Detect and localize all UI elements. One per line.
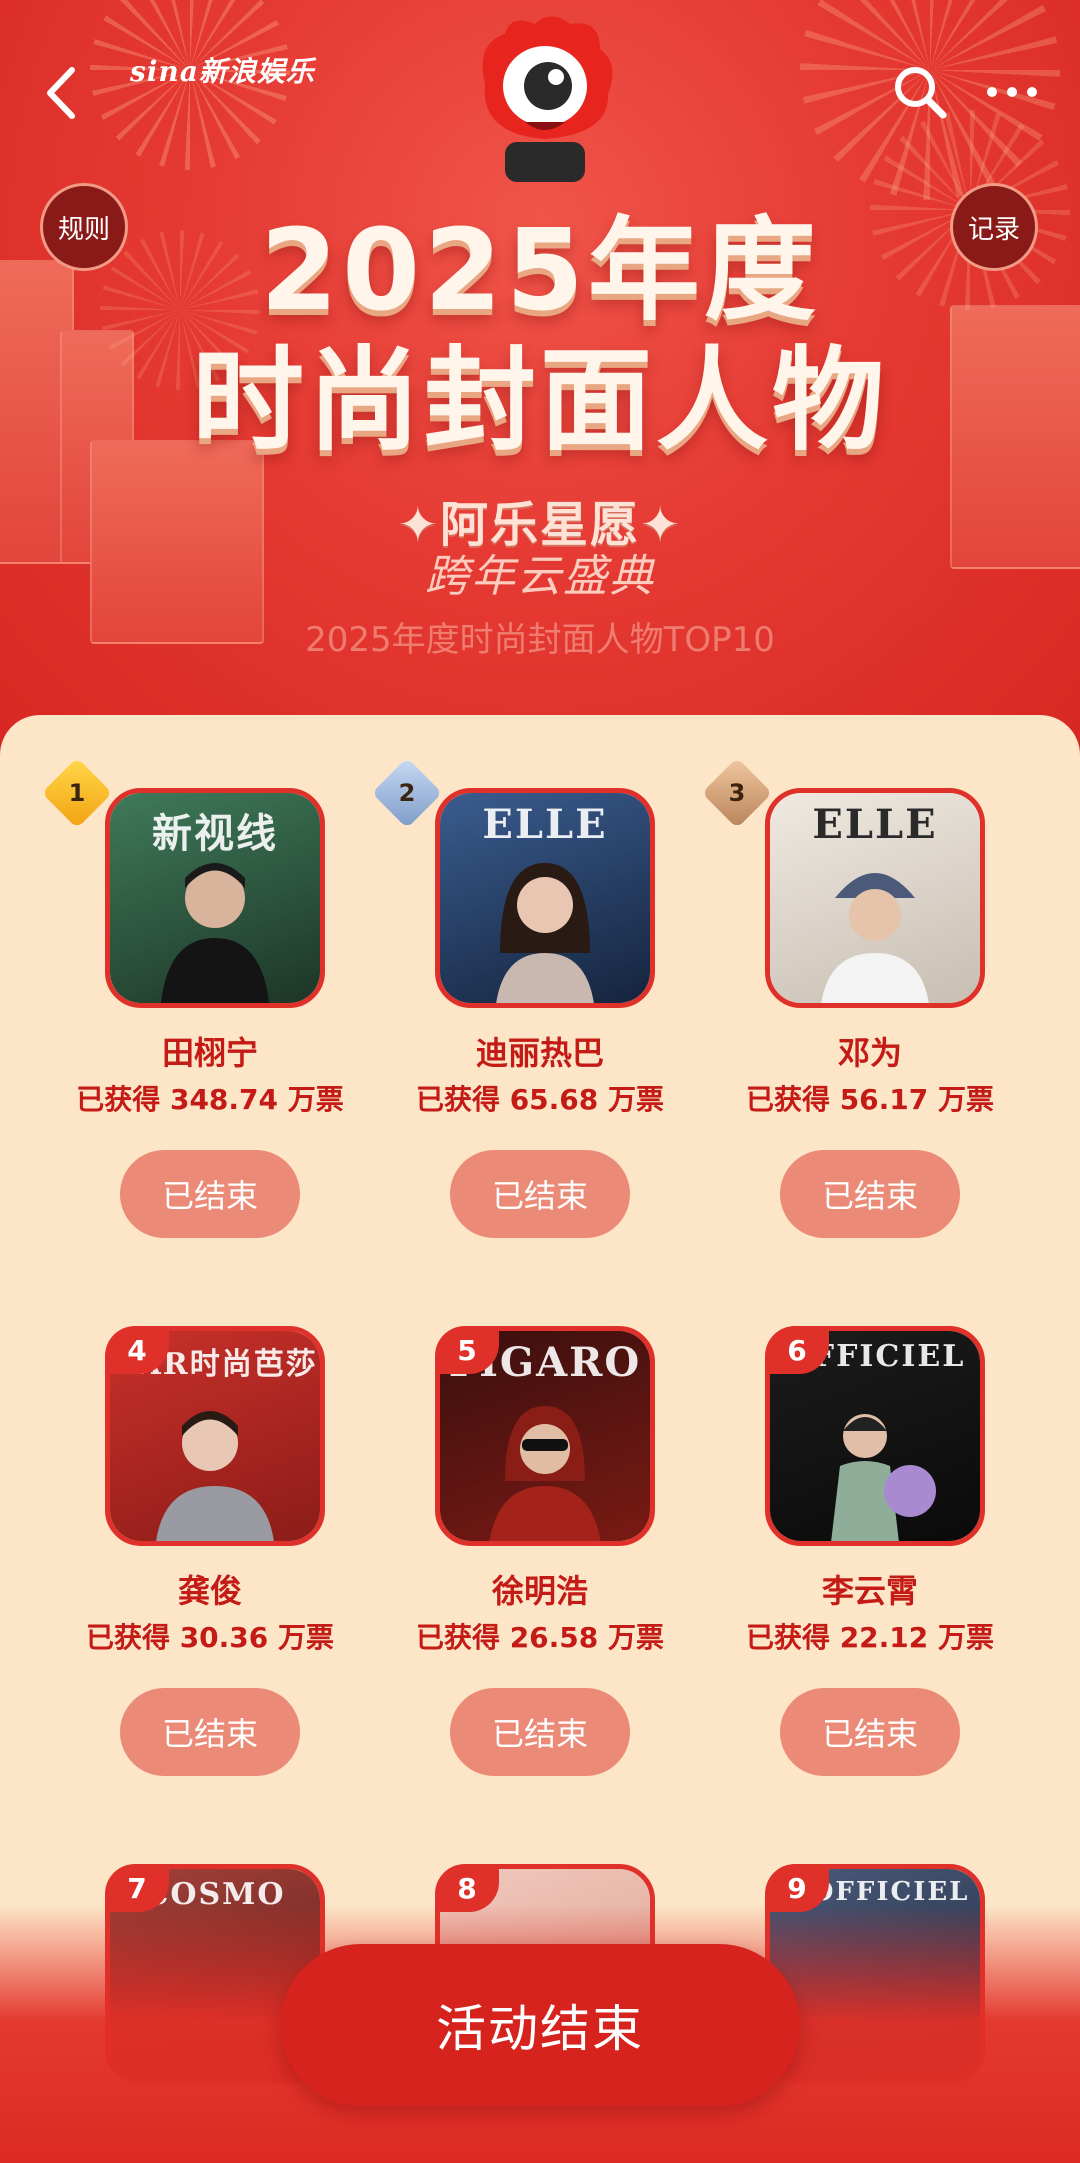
candidate-name: 田栩宁: [161, 1034, 258, 1072]
search-icon[interactable]: [888, 60, 952, 124]
portrait-figure: [160, 863, 270, 1003]
candidate-name: 龚俊: [177, 1572, 242, 1610]
ended-button[interactable]: 已结束: [780, 1150, 960, 1238]
vote-count: 已获得 65.68 万票: [415, 1083, 665, 1116]
rank-badge-silver: 2: [371, 757, 443, 829]
portrait-figure: [831, 1414, 936, 1541]
rank-badge-gold: 1: [41, 757, 113, 829]
portrait-figure: [489, 1406, 601, 1541]
mascot-eye-icon: [482, 16, 613, 182]
portrait-figure: [496, 863, 594, 1003]
vote-count: 已获得 26.58 万票: [415, 1621, 665, 1654]
portrait-figure: [156, 1411, 274, 1541]
ended-button[interactable]: 已结束: [450, 1150, 630, 1238]
rank-badge-bronze: 3: [701, 757, 773, 829]
ended-button[interactable]: 已结束: [120, 1150, 300, 1238]
magazine-name: ELLE: [482, 801, 608, 848]
faded-caption: 2025年度时尚封面人物TOP10: [305, 620, 775, 660]
vote-count: 已获得 348.74 万票: [76, 1083, 344, 1116]
brand-logo: sina新浪娱乐: [130, 55, 315, 88]
activity-ended-button[interactable]: 活动结束: [280, 1944, 800, 2106]
vote-count: 已获得 30.36 万票: [85, 1621, 335, 1654]
ended-button[interactable]: 已结束: [120, 1688, 300, 1776]
candidate-name: 徐明浩: [491, 1572, 588, 1610]
candidate-name: 迪丽热巴: [475, 1034, 604, 1072]
candidate-cover[interactable]: ELLE: [435, 788, 655, 1008]
more-icon[interactable]: [980, 60, 1044, 124]
candidate-cover[interactable]: 新视线: [105, 788, 325, 1008]
candidate-cover[interactable]: ELLE: [765, 788, 985, 1008]
ended-button[interactable]: 已结束: [450, 1688, 630, 1776]
ended-button[interactable]: 已结束: [780, 1688, 960, 1776]
vote-count: 已获得 56.17 万票: [745, 1083, 995, 1116]
candidate-name: 邓为: [837, 1034, 902, 1072]
magazine-name: ELLE: [812, 801, 938, 848]
portrait-figure: [821, 873, 929, 1003]
event-subtitle-line2: 跨年云盛典: [425, 551, 655, 602]
candidate-name: 李云霄: [821, 1572, 918, 1610]
back-arrow-icon[interactable]: [36, 58, 86, 128]
page-title-line2: 时尚封面人物: [192, 336, 888, 466]
vote-count: 已获得 22.12 万票: [745, 1621, 995, 1654]
